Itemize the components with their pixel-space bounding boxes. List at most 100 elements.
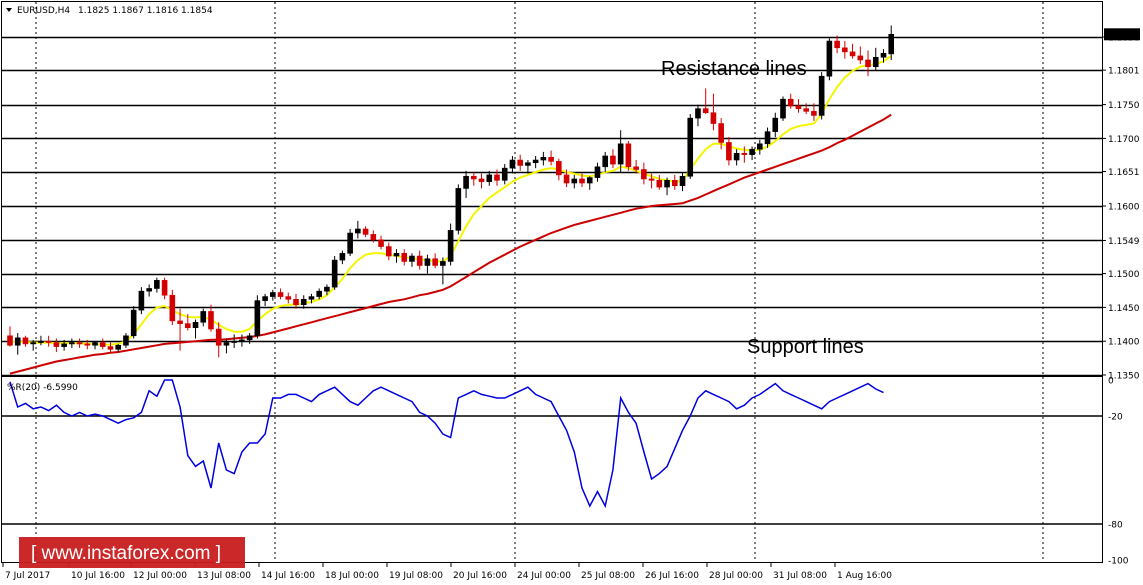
bearish-candle (648, 178, 655, 181)
indicator-label: %R(20) -6.5990 (7, 383, 78, 393)
price-tick-label: 1.1600 (1108, 203, 1140, 213)
chart-svg: 1.18501.18011.17501.17001.16511.16001.15… (0, 0, 1143, 585)
bearish-candle (579, 178, 585, 184)
watermark: [ www.instaforex.com ] (19, 537, 245, 568)
last-price-marker (1104, 28, 1140, 41)
bullish-candle (664, 180, 670, 188)
bearish-candle (517, 159, 523, 166)
bearish-candle (378, 239, 384, 247)
time-tick-label: 24 Jul 00:00 (517, 571, 571, 581)
bearish-candle (184, 323, 191, 328)
time-tick-label: 25 Jul 08:00 (581, 571, 635, 581)
bearish-candle (795, 105, 802, 109)
bullish-candle (687, 117, 694, 177)
bearish-candle (641, 169, 647, 180)
bearish-candle (563, 174, 570, 184)
bearish-candle (710, 112, 717, 124)
bearish-candle (478, 178, 485, 182)
bullish-candle (308, 296, 315, 300)
bullish-candle (347, 232, 353, 254)
bullish-candle (772, 117, 779, 132)
bearish-candle (161, 280, 168, 296)
bullish-candle (440, 261, 446, 266)
bearish-candle (7, 335, 13, 346)
bullish-candle (262, 296, 268, 301)
time-tick-label: 1 Aug 16:00 (837, 571, 892, 581)
bearish-candle (494, 174, 500, 181)
bullish-candle (447, 230, 454, 262)
bullish-candle (138, 290, 145, 311)
chart-background (0, 0, 1143, 585)
bullish-candle (154, 280, 160, 289)
bullish-candle (764, 131, 771, 145)
time-tick-label: 14 Jul 16:00 (261, 571, 315, 581)
bearish-candle (671, 180, 678, 187)
wpr-tick-label: 0 (1108, 377, 1114, 387)
resistance-annotation: Resistance lines (661, 58, 807, 80)
bullish-candle (300, 298, 307, 305)
bearish-candle (385, 246, 392, 257)
bullish-candle (192, 321, 199, 328)
bearish-candle (362, 228, 369, 235)
bullish-candle (695, 108, 701, 119)
bullish-candle (594, 166, 601, 178)
bullish-candle (540, 157, 547, 161)
bearish-candle (625, 143, 632, 168)
wpr-tick-label: -20 (1108, 413, 1123, 423)
bearish-candle (470, 175, 477, 180)
wpr-tick-label: -100 (1108, 557, 1129, 567)
bearish-candle (803, 108, 809, 112)
bullish-candle (780, 98, 786, 119)
bearish-candle (277, 292, 284, 297)
chart-header-symbol: EURUSD,H4 (17, 6, 70, 16)
bullish-candle (324, 286, 330, 292)
time-tick-label: 26 Jul 16:00 (645, 571, 699, 581)
bearish-candle (834, 40, 840, 49)
bearish-candle (53, 342, 60, 347)
price-tick-label: 1.1450 (1108, 304, 1140, 314)
bullish-candle (30, 342, 36, 345)
bullish-candle (146, 288, 152, 292)
bullish-candle (509, 159, 516, 169)
bullish-candle (424, 258, 431, 266)
bullish-candle (123, 335, 129, 346)
support-annotation: Support lines (747, 336, 864, 358)
time-tick-label: 13 Jul 08:00 (197, 571, 251, 581)
bearish-candle (702, 108, 709, 114)
bearish-candle (849, 51, 856, 57)
bullish-candle (69, 342, 75, 345)
bullish-candle (130, 309, 137, 337)
bullish-candle (501, 167, 508, 181)
bullish-candle (61, 343, 67, 347)
bullish-candle (115, 344, 122, 350)
bearish-candle (416, 255, 423, 266)
bearish-candle (787, 98, 794, 107)
bearish-candle (99, 342, 106, 347)
time-tick-label: 7 Jul 2017 (5, 571, 50, 581)
bearish-candle (215, 328, 222, 346)
bearish-candle (45, 340, 52, 343)
bullish-candle (223, 342, 230, 346)
price-tick-label: 1.1750 (1108, 101, 1140, 111)
time-tick-label: 12 Jul 00:00 (133, 571, 187, 581)
bullish-candle (316, 290, 323, 297)
price-tick-label: 1.1549 (1108, 237, 1140, 247)
bearish-candle (857, 55, 864, 61)
bullish-candle (757, 143, 763, 150)
bearish-candle (656, 180, 663, 188)
price-tick-label: 1.1700 (1108, 135, 1140, 145)
bullish-candle (355, 228, 361, 234)
bullish-candle (602, 155, 609, 168)
time-tick-label: 19 Jul 08:00 (389, 571, 443, 581)
time-tick-label: 10 Jul 16:00 (71, 571, 125, 581)
price-tick-label: 1.1400 (1108, 338, 1140, 348)
bearish-candle (718, 123, 724, 143)
bullish-candle (331, 259, 338, 288)
time-tick-label: 31 Jul 08:00 (773, 571, 827, 581)
bearish-candle (293, 298, 299, 305)
bullish-candle (231, 340, 237, 343)
price-tick-label: 1.1801 (1108, 67, 1140, 77)
bullish-candle (92, 342, 98, 346)
bullish-candle (409, 255, 415, 262)
time-tick-label: 28 Jul 00:00 (709, 571, 763, 581)
